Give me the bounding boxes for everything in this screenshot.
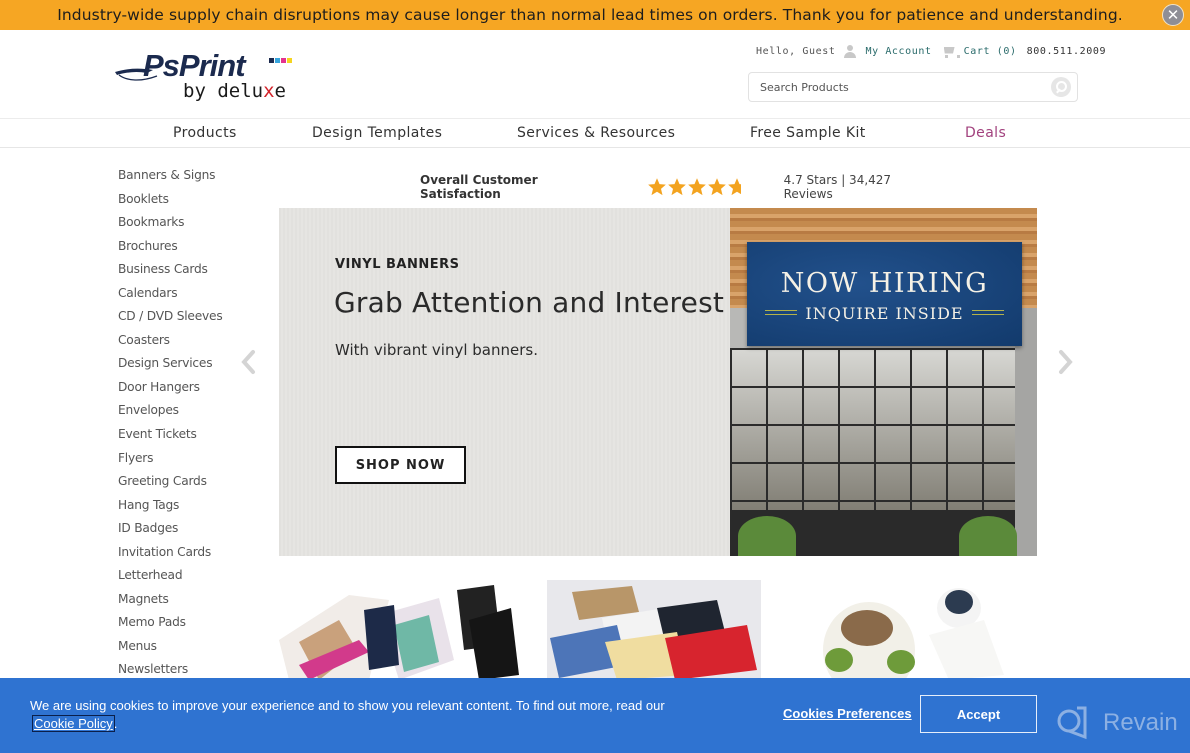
sidebar-item-envelopes[interactable]: Envelopes: [118, 399, 223, 423]
bush-right: [959, 516, 1017, 556]
accept-cookies-button[interactable]: Accept: [920, 695, 1037, 733]
announcement-text: Industry-wide supply chain disruptions m…: [57, 6, 1123, 24]
sidebar-item-design-services[interactable]: Design Services: [118, 352, 223, 376]
sidebar-item-memo-pads[interactable]: Memo Pads: [118, 611, 223, 635]
site-header: PsPrint by deluxe Hello, Guest My Accoun…: [0, 30, 1190, 118]
sidebar-item-door-hangers[interactable]: Door Hangers: [118, 376, 223, 400]
greeting: Hello, Guest: [756, 46, 836, 57]
hero-slide: VINYL BANNERS Grab Attention and Interes…: [279, 208, 1037, 556]
hero-subtitle: With vibrant vinyl banners.: [335, 341, 538, 359]
sidebar-item-hang-tags[interactable]: Hang Tags: [118, 494, 223, 518]
close-icon[interactable]: ✕: [1162, 4, 1184, 26]
chevron-right-icon: [1059, 350, 1073, 374]
shop-now-button[interactable]: SHOP NOW: [335, 446, 466, 484]
cookie-message: We are using cookies to improve your exp…: [30, 697, 670, 733]
sidebar-item-booklets[interactable]: Booklets: [118, 188, 223, 212]
sidebar-item-cd-dvd-sleeves[interactable]: CD / DVD Sleeves: [118, 305, 223, 329]
nav-free-sample-kit[interactable]: Free Sample Kit: [750, 125, 866, 141]
user-icon: [844, 45, 857, 58]
psprint-logo[interactable]: PsPrint by deluxe: [113, 48, 313, 104]
revain-watermark: Revain: [1055, 706, 1178, 740]
storefront-window-grid: [730, 348, 1015, 518]
hero-title: Grab Attention and Interest: [334, 286, 725, 319]
logo-color-dots: [269, 58, 292, 63]
product-category-sidebar: Banners & Signs Booklets Bookmarks Broch…: [118, 164, 223, 682]
phone-number: 800.511.2009: [1026, 46, 1107, 57]
main-nav: Products Design Templates Services & Res…: [0, 118, 1190, 148]
cookies-preferences-link[interactable]: Cookies Preferences: [783, 706, 912, 721]
cookie-policy-link[interactable]: Cookie Policy: [32, 715, 115, 732]
now-hiring-banner: NOW HIRING INQUIRE INSIDE: [747, 242, 1022, 346]
sidebar-item-business-cards[interactable]: Business Cards: [118, 258, 223, 282]
sidebar-item-letterhead[interactable]: Letterhead: [118, 564, 223, 588]
sidebar-item-greeting-cards[interactable]: Greeting Cards: [118, 470, 223, 494]
tagline-part: by delu: [183, 80, 264, 102]
bush-left: [738, 516, 796, 556]
banner-rule-right: [972, 310, 1004, 315]
product-tiles: [279, 580, 1039, 680]
banner-line-1: NOW HIRING: [780, 268, 989, 299]
sidebar-item-magnets[interactable]: Magnets: [118, 588, 223, 612]
search-input[interactable]: [749, 73, 1039, 101]
chevron-left-icon: [241, 350, 255, 374]
search-box: [748, 72, 1078, 102]
rating-label: Overall Customer Satisfaction: [420, 173, 538, 201]
sidebar-item-menus[interactable]: Menus: [118, 635, 223, 659]
sidebar-item-banners-signs[interactable]: Banners & Signs: [118, 164, 223, 188]
star-icon: [667, 178, 686, 196]
tile-brochures-image[interactable]: [279, 580, 519, 680]
star-icon: [687, 178, 706, 196]
tile-boxes-image[interactable]: [547, 580, 761, 680]
announcement-bar: Industry-wide supply chain disruptions m…: [0, 0, 1190, 30]
customer-satisfaction-rating: Overall Customer Satisfaction 4.7 Stars …: [420, 173, 940, 201]
hero-text-panel: VINYL BANNERS Grab Attention and Interes…: [279, 208, 730, 556]
nav-design-templates[interactable]: Design Templates: [312, 125, 442, 141]
utility-links: Hello, Guest My Account Cart (0) 800.511…: [756, 45, 1106, 58]
boxes-illustration: [547, 580, 761, 680]
sidebar-item-calendars[interactable]: Calendars: [118, 282, 223, 306]
sidebar-item-coasters[interactable]: Coasters: [118, 329, 223, 353]
hero-eyebrow: VINYL BANNERS: [335, 257, 460, 272]
carousel-next-arrow[interactable]: [1056, 347, 1076, 377]
logo-tagline: by deluxe: [183, 80, 286, 102]
revain-logo-icon: [1057, 706, 1087, 740]
sidebar-item-flyers[interactable]: Flyers: [118, 447, 223, 471]
cart-link[interactable]: Cart (0): [964, 46, 1017, 57]
labels-illustration: [823, 588, 1004, 680]
tagline-part: e: [274, 80, 286, 102]
sidebar-item-event-tickets[interactable]: Event Tickets: [118, 423, 223, 447]
revain-text: Revain: [1103, 709, 1178, 736]
nav-services-resources[interactable]: Services & Resources: [517, 125, 675, 141]
star-rating[interactable]: [647, 177, 747, 197]
rating-summary[interactable]: 4.7 Stars | 34,427 Reviews: [784, 173, 940, 201]
cookie-message-suffix: .: [113, 716, 118, 731]
sidebar-item-bookmarks[interactable]: Bookmarks: [118, 211, 223, 235]
nav-deals[interactable]: Deals: [965, 125, 1006, 141]
sidebar-item-brochures[interactable]: Brochures: [118, 235, 223, 259]
brochures-illustration: [279, 585, 519, 680]
cookie-consent-banner: We are using cookies to improve your exp…: [0, 678, 1190, 753]
tile-labels-image[interactable]: [809, 580, 1009, 680]
cart-icon[interactable]: [942, 46, 960, 58]
sidebar-item-id-badges[interactable]: ID Badges: [118, 517, 223, 541]
my-account-link[interactable]: My Account: [865, 46, 931, 57]
nav-products[interactable]: Products: [173, 125, 237, 141]
star-icon: [647, 178, 666, 196]
star-icon: [707, 178, 726, 196]
cookie-message-text: We are using cookies to improve your exp…: [30, 698, 665, 713]
carousel-prev-arrow[interactable]: [238, 347, 258, 377]
logo-wordmark: PsPrint: [143, 48, 246, 83]
search-icon[interactable]: [1051, 77, 1071, 97]
sidebar-item-invitation-cards[interactable]: Invitation Cards: [118, 541, 223, 565]
star-icon: [727, 178, 746, 196]
tagline-x: x: [263, 80, 275, 102]
hero-image-storefront[interactable]: NOW HIRING INQUIRE INSIDE: [730, 208, 1037, 556]
